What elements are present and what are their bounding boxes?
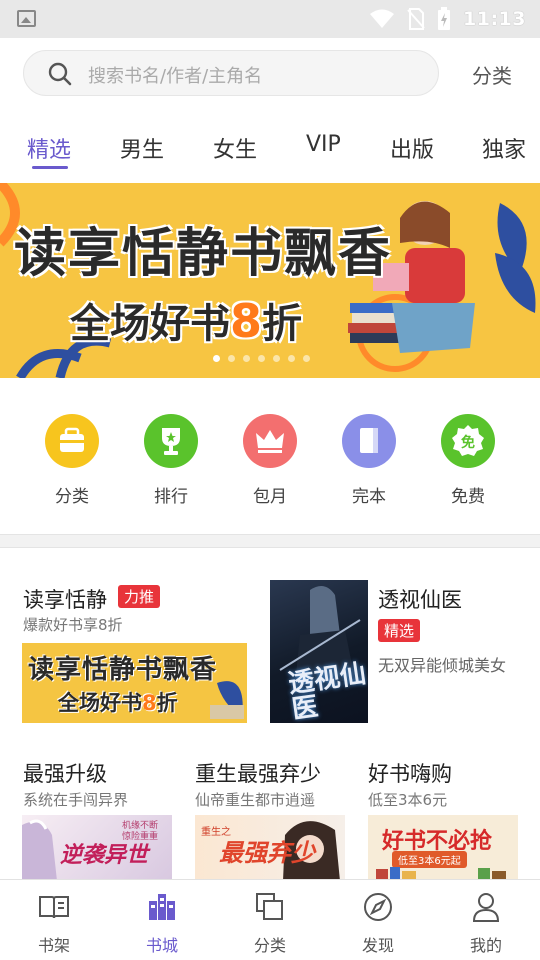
nav-label: 我的 bbox=[469, 936, 502, 955]
nav-label: 书架 bbox=[37, 936, 70, 955]
active-tab-indicator bbox=[32, 166, 68, 169]
featured-left-title: 读享恬静 bbox=[23, 588, 107, 612]
compass-icon bbox=[364, 893, 392, 921]
tab-male[interactable]: 男生 bbox=[120, 132, 164, 164]
banner-dot[interactable] bbox=[303, 355, 310, 362]
featured-right-title: 透视仙医 bbox=[378, 588, 462, 612]
quick-entry-label: 分类 bbox=[55, 487, 89, 507]
banner-subtitle-prefix: 全场好书 bbox=[70, 301, 230, 347]
svg-text:免: 免 bbox=[461, 434, 475, 451]
quick-entry-label: 免费 bbox=[451, 487, 485, 507]
column-image[interactable]: 逆袭异世 机缘不断 惊险重重 bbox=[22, 815, 172, 881]
tab-exclusive[interactable]: 独家 bbox=[482, 132, 526, 164]
nav-profile[interactable]: 我的 bbox=[446, 890, 526, 956]
search-icon bbox=[48, 62, 72, 86]
recommend-badge: 力推 bbox=[118, 585, 161, 608]
nav-bookshelf[interactable]: 书架 bbox=[14, 890, 94, 956]
quick-entry-label: 排行 bbox=[154, 487, 188, 507]
tab-vip[interactable]: VIP bbox=[306, 132, 341, 157]
image-notification-icon bbox=[17, 10, 36, 27]
channel-tabs: 精选 男生 女生 VIP 出版 独家 bbox=[0, 120, 540, 176]
section-divider bbox=[0, 534, 540, 548]
category-icon bbox=[256, 893, 283, 920]
quick-entry-free[interactable]: 免 免费 bbox=[428, 414, 508, 507]
bag-icon bbox=[45, 414, 99, 468]
book-icon bbox=[342, 414, 396, 468]
quick-entry-monthly[interactable]: 包月 bbox=[230, 414, 310, 507]
quick-entry-label: 完本 bbox=[352, 487, 386, 507]
banner-subtitle-number: 8 bbox=[230, 294, 263, 348]
column-title: 重生最强弃少 bbox=[195, 762, 321, 786]
column-subtitle: 系统在手闯异界 bbox=[23, 791, 129, 809]
column-subtitle: 低至3本6元 bbox=[368, 791, 448, 809]
category-link[interactable]: 分类 bbox=[472, 60, 512, 89]
bookshelf-icon bbox=[39, 896, 69, 919]
quick-entry-category[interactable]: 分类 bbox=[32, 414, 112, 507]
banner-dot[interactable] bbox=[243, 355, 250, 362]
column-image[interactable]: 好书不必抢 低至3本6元起 bbox=[368, 815, 518, 881]
banner-dot[interactable] bbox=[273, 355, 280, 362]
trophy-icon bbox=[144, 414, 198, 468]
banner-dot[interactable] bbox=[258, 355, 265, 362]
column-title: 好书嗨购 bbox=[368, 762, 452, 786]
battery-charging-icon bbox=[438, 7, 451, 30]
featured-left-image[interactable]: 读享恬静书飘香 全场好书8折 bbox=[22, 643, 247, 723]
featured-left-subtitle: 爆款好书享8折 bbox=[23, 616, 123, 634]
tab-publish[interactable]: 出版 bbox=[390, 132, 434, 164]
clock: 11:13 bbox=[463, 8, 526, 30]
featured-left-image-sub: 全场好书8折 bbox=[58, 687, 178, 717]
quick-entries: 分类 排行 包月 完本 免 免费 bbox=[0, 378, 540, 534]
quick-entry-ranking[interactable]: 排行 bbox=[131, 414, 211, 507]
crown-icon bbox=[243, 414, 297, 468]
featured-left-image-sub-number: 8 bbox=[142, 691, 157, 715]
promo-banner[interactable]: 读享恬静书飘香 全场好书8折 bbox=[0, 183, 540, 378]
column-image-tag: 机缘不断 惊险重重 bbox=[122, 821, 159, 842]
column-subtitle: 仙帝重生都市逍遥 bbox=[195, 791, 316, 809]
featured-left-image-title: 读享恬静书飘香 bbox=[28, 655, 218, 685]
banner-title: 读享恬静书飘香 bbox=[14, 224, 393, 284]
nav-bookstore[interactable]: 书城 bbox=[122, 890, 202, 956]
search-row: 搜索书名/作者/主角名 分类 bbox=[0, 38, 540, 110]
quick-entry-completed[interactable]: 完本 bbox=[329, 414, 409, 507]
selected-badge: 精选 bbox=[378, 619, 421, 642]
nav-label: 书城 bbox=[145, 936, 178, 955]
system-icons: 11:13 bbox=[369, 7, 526, 31]
column-image[interactable]: 重生之 最强弃少 bbox=[195, 815, 345, 881]
banner-dot[interactable] bbox=[288, 355, 295, 362]
nav-label: 发现 bbox=[361, 936, 394, 955]
featured-left-image-sub-suffix: 折 bbox=[156, 691, 178, 715]
nav-discover[interactable]: 发现 bbox=[338, 890, 418, 956]
banner-pagination bbox=[213, 355, 310, 362]
tab-female[interactable]: 女生 bbox=[213, 132, 257, 164]
banner-dot[interactable] bbox=[213, 355, 220, 362]
banner-dot[interactable] bbox=[228, 355, 235, 362]
book-cover-title: 透视仙医 bbox=[286, 658, 368, 723]
nav-label: 分类 bbox=[253, 936, 286, 955]
featured-left-image-sub-prefix: 全场好书 bbox=[58, 691, 142, 715]
search-input[interactable]: 搜索书名/作者/主角名 bbox=[23, 50, 439, 96]
nav-category[interactable]: 分类 bbox=[230, 890, 310, 956]
banner-subtitle-suffix: 折 bbox=[262, 301, 303, 347]
free-icon: 免 bbox=[441, 414, 495, 468]
tab-featured[interactable]: 精选 bbox=[27, 132, 71, 164]
quick-entry-label: 包月 bbox=[253, 487, 287, 507]
banner-subtitle: 全场好书8折 bbox=[70, 291, 302, 349]
profile-icon bbox=[472, 893, 500, 922]
featured-right-subtitle: 无双异能倾城美女 bbox=[378, 656, 507, 675]
no-sim-icon bbox=[407, 8, 425, 30]
bookstore-icon bbox=[149, 894, 175, 920]
search-placeholder: 搜索书名/作者/主角名 bbox=[88, 66, 263, 87]
wifi-icon bbox=[370, 9, 395, 28]
status-bar: 11:13 bbox=[0, 0, 540, 38]
column-title: 最强升级 bbox=[23, 762, 107, 786]
bottom-navigation: 书架 书城 分类 发现 我的 bbox=[0, 879, 540, 960]
column-image-text: 最强弃少 bbox=[219, 839, 315, 867]
book-cover[interactable]: 透视仙医 bbox=[270, 580, 368, 723]
